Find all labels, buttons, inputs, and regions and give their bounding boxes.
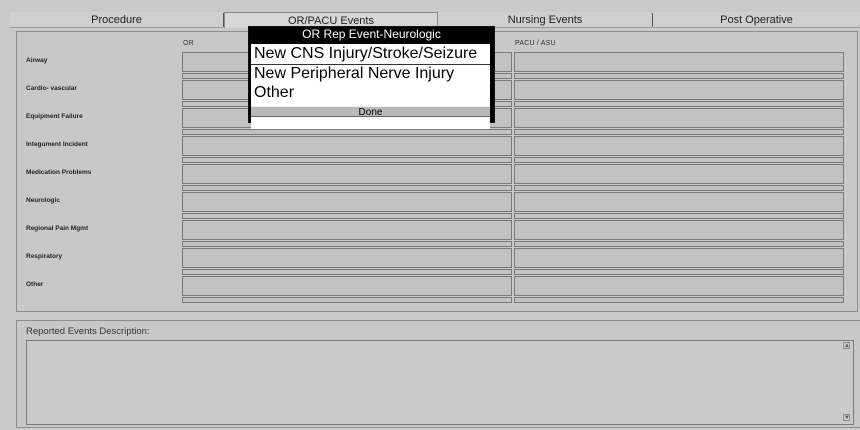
pacu-event-field[interactable] — [514, 220, 844, 240]
popup-option[interactable]: Other — [254, 84, 294, 102]
popup-option[interactable]: New CNS Injury/Stroke/Seizure — [254, 45, 477, 63]
pacu-event-field[interactable] — [514, 248, 844, 268]
popup-title: OR Rep Event-Neurologic — [302, 27, 441, 41]
or-event-field[interactable] — [182, 220, 512, 240]
pacu-event-subfield[interactable] — [514, 297, 844, 303]
row-label: Neurologic — [26, 197, 60, 204]
pacu-event-subfield[interactable] — [514, 269, 844, 275]
row-label: Medication Problems — [26, 169, 92, 176]
or-event-subfield[interactable] — [182, 241, 512, 247]
done-button[interactable]: Done — [251, 106, 490, 118]
row-label: Airway — [26, 57, 48, 64]
row-label: Regional Pain Mgmt — [26, 225, 89, 232]
pacu-event-subfield[interactable] — [514, 185, 844, 191]
or-event-subfield[interactable] — [182, 157, 512, 163]
description-label: Reported Events Description: — [26, 326, 150, 337]
pacu-event-field[interactable] — [514, 164, 844, 184]
pacu-event-field[interactable] — [514, 108, 844, 128]
or-event-field[interactable] — [182, 276, 512, 296]
or-event-field[interactable] — [182, 248, 512, 268]
row-label: Integument Incident — [26, 141, 88, 148]
or-event-subfield[interactable] — [182, 129, 512, 135]
description-textarea[interactable] — [26, 340, 854, 425]
pacu-event-subfield[interactable] — [514, 213, 844, 219]
pacu-event-subfield[interactable] — [514, 241, 844, 247]
or-event-subfield[interactable] — [182, 185, 512, 191]
row-label: Equipment Failure — [26, 113, 83, 120]
tab-procedure[interactable]: Procedure — [10, 12, 223, 28]
scroll-down-icon[interactable]: ▼ — [843, 414, 850, 421]
row-label: Other — [26, 281, 44, 288]
pacu-column-header: PACU / ASU — [515, 40, 556, 47]
or-column-header: OR — [183, 40, 194, 47]
or-event-field[interactable] — [182, 136, 512, 156]
pacu-event-field[interactable] — [514, 276, 844, 296]
pacu-event-subfield[interactable] — [514, 129, 844, 135]
or-event-subfield[interactable] — [182, 213, 512, 219]
row-label: Cardio- vascular — [26, 85, 77, 92]
or-event-field[interactable] — [182, 192, 512, 212]
tab-post-operative[interactable]: Post Operative — [653, 12, 860, 28]
or-event-subfield[interactable] — [182, 297, 512, 303]
pacu-event-field[interactable] — [514, 136, 844, 156]
row-label: Respiratory — [26, 253, 63, 260]
scroll-up-icon[interactable]: ▲ — [843, 342, 850, 349]
pacu-event-field[interactable] — [514, 52, 844, 72]
or-event-subfield[interactable] — [182, 269, 512, 275]
popup-content: OR Rep Event-Neurologic New CNS Injury/S… — [248, 26, 495, 129]
pacu-event-subfield[interactable] — [514, 157, 844, 163]
pacu-event-field[interactable] — [514, 80, 844, 100]
pacu-event-subfield[interactable] — [514, 73, 844, 79]
or-event-field[interactable] — [182, 164, 512, 184]
pacu-event-field[interactable] — [514, 192, 844, 212]
pacu-event-subfield[interactable] — [514, 101, 844, 107]
popup-option[interactable]: New Peripheral Nerve Injury — [254, 65, 454, 83]
